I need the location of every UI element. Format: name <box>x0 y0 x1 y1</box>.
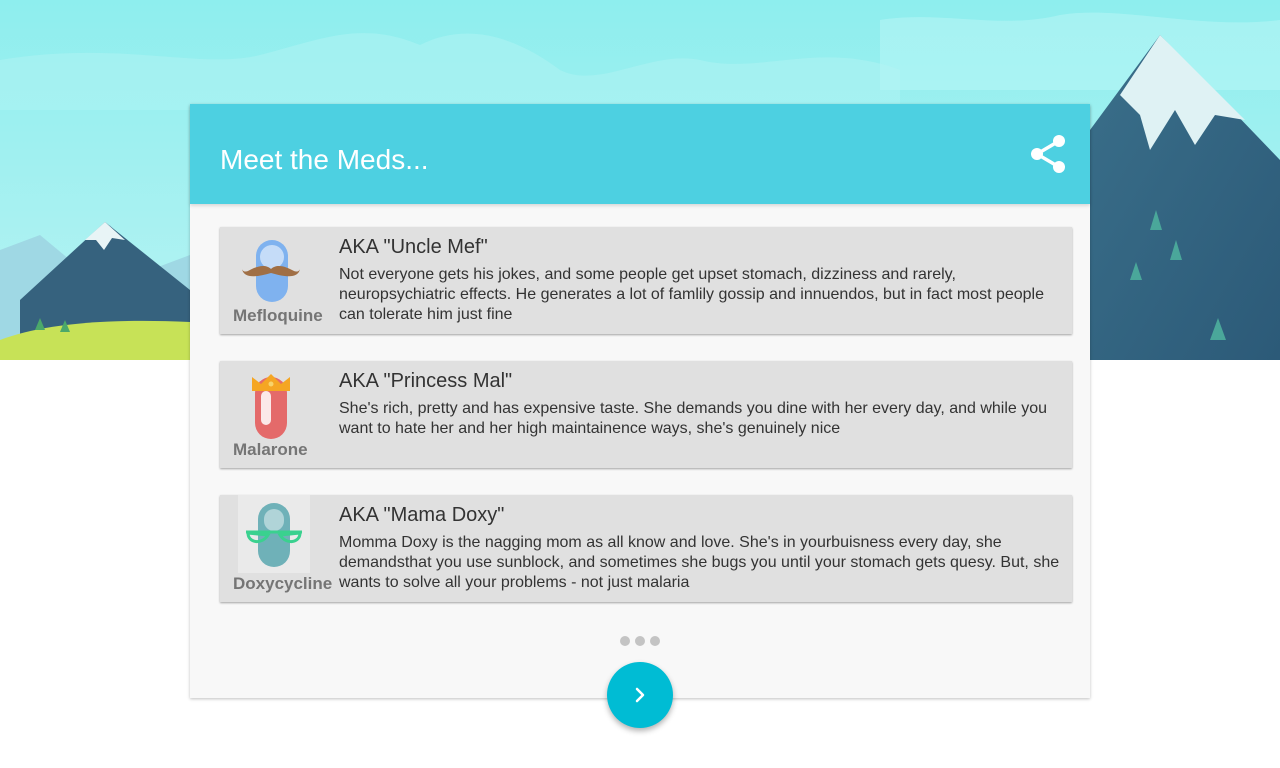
med-nickname: AKA "Mama Doxy" <box>339 504 505 526</box>
med-description: She's rich, pretty and has expensive tas… <box>339 400 1048 437</box>
meds-card: Meet the Meds... Mefloquine AKA "Uncle M… <box>190 104 1090 698</box>
next-button[interactable] <box>607 662 673 728</box>
pill-glasses-icon <box>246 503 302 567</box>
med-card-mefloquine[interactable]: Mefloquine AKA "Uncle Mef" Not everyone … <box>220 227 1072 334</box>
med-avatar <box>235 369 307 445</box>
card-header: Meet the Meds... <box>190 104 1090 204</box>
app-screen: Meet the Meds... Mefloquine AKA "Uncle M… <box>0 0 1280 768</box>
med-name: Doxycycline <box>233 574 333 593</box>
med-nickname: AKA "Uncle Mef" <box>339 236 488 258</box>
page-title: Meet the Meds... <box>220 144 429 175</box>
med-name: Mefloquine <box>233 306 323 325</box>
share-button[interactable] <box>1026 132 1070 176</box>
med-nickname: AKA "Princess Mal" <box>339 370 513 392</box>
pill-crown-icon <box>252 374 290 439</box>
share-icon <box>1031 135 1065 173</box>
page-dot[interactable] <box>635 636 645 646</box>
med-name: Malarone <box>233 440 308 459</box>
med-card-malarone[interactable]: Malarone AKA "Princess Mal" She's rich, … <box>220 361 1072 468</box>
med-avatar <box>235 235 307 311</box>
pill-mustache-icon <box>242 240 300 302</box>
med-card-doxycycline[interactable]: Doxycycline AKA "Mama Doxy" Momma Doxy i… <box>220 495 1072 602</box>
page-dot[interactable] <box>650 636 660 646</box>
page-dot[interactable] <box>620 636 630 646</box>
med-description: Momma Doxy is the nagging mom as all kno… <box>339 534 1060 591</box>
page-indicator <box>620 636 660 646</box>
chevron-right-icon <box>635 687 645 703</box>
med-description: Not everyone gets his jokes, and some pe… <box>339 266 1044 323</box>
med-avatar <box>238 495 310 573</box>
